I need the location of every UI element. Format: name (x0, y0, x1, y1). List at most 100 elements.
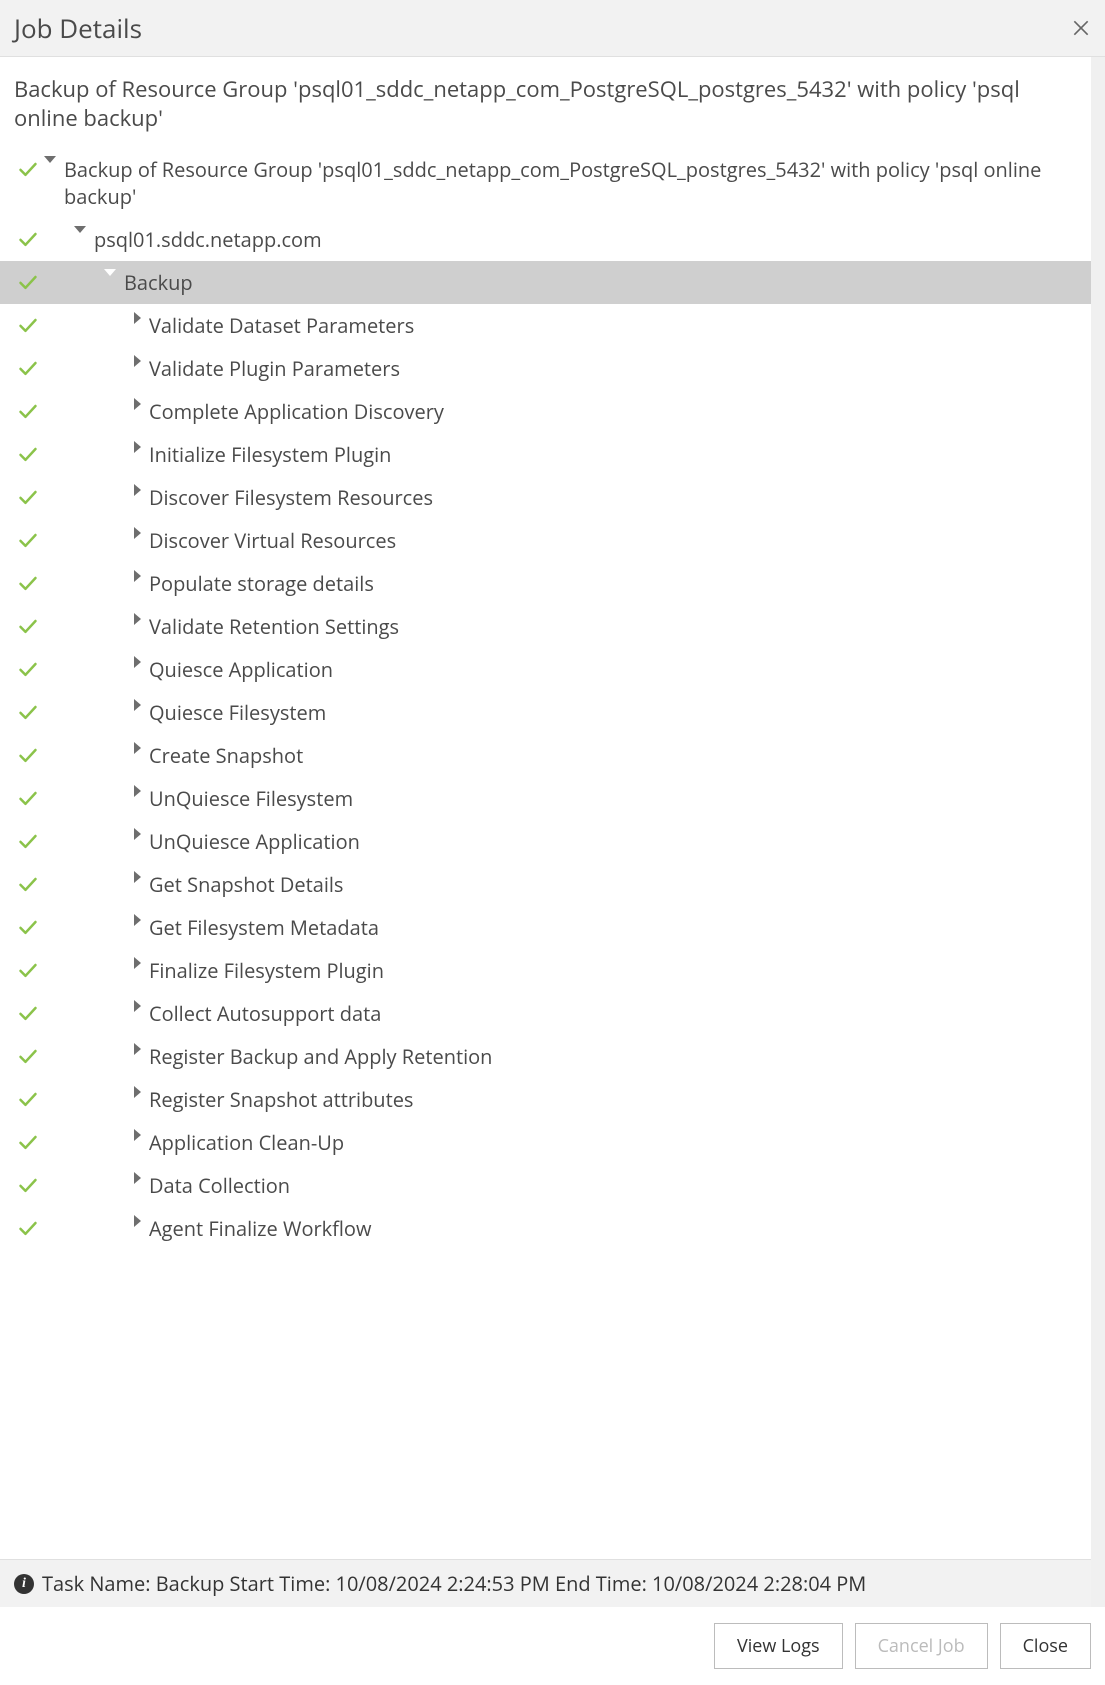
check-icon (18, 1089, 38, 1109)
check-icon (18, 487, 38, 507)
tree-label: Backup of Resource Group 'psql01_sddc_ne… (64, 156, 1077, 210)
job-summary: Backup of Resource Group 'psql01_sddc_ne… (0, 57, 1091, 138)
tree-label: Get Snapshot Details (149, 871, 343, 898)
status-bar: i Task Name: Backup Start Time: 10/08/20… (0, 1559, 1091, 1607)
caret-right-icon (134, 871, 141, 883)
check-icon (18, 788, 38, 808)
tree-row[interactable]: Create Snapshot (0, 734, 1091, 777)
tree-row[interactable]: Get Snapshot Details (0, 863, 1091, 906)
caret-right-icon (134, 785, 141, 797)
caret-right-icon (134, 1086, 141, 1098)
tree-label: Populate storage details (149, 570, 374, 597)
tree-row[interactable]: Validate Retention Settings (0, 605, 1091, 648)
tree-row[interactable]: Collect Autosupport data (0, 992, 1091, 1035)
tree-label: UnQuiesce Filesystem (149, 785, 353, 812)
caret-right-icon (134, 1000, 141, 1012)
caret-right-icon (134, 828, 141, 840)
check-icon (18, 874, 38, 894)
tree-label: UnQuiesce Application (149, 828, 360, 855)
caret-right-icon (134, 656, 141, 668)
tree-label: Finalize Filesystem Plugin (149, 957, 384, 984)
caret-down-icon (104, 269, 116, 276)
tree-row[interactable]: Validate Dataset Parameters (0, 304, 1091, 347)
caret-right-icon (134, 312, 141, 324)
tree-row[interactable]: Populate storage details (0, 562, 1091, 605)
status-bar-text: Task Name: Backup Start Time: 10/08/2024… (42, 1570, 866, 1597)
caret-right-icon (134, 914, 141, 926)
tree-label: Validate Dataset Parameters (149, 312, 414, 339)
caret-down-icon (44, 156, 56, 163)
tree-row[interactable]: Quiesce Filesystem (0, 691, 1091, 734)
check-icon (18, 229, 38, 249)
tree-row[interactable]: Data Collection (0, 1164, 1091, 1207)
tree-label: psql01.sddc.netapp.com (94, 226, 322, 253)
tree-row[interactable]: Backup of Resource Group 'psql01_sddc_ne… (0, 148, 1091, 218)
tree-label: Validate Retention Settings (149, 613, 399, 640)
tree-label: Quiesce Application (149, 656, 333, 683)
view-logs-button[interactable]: View Logs (714, 1623, 843, 1669)
dialog-footer: View Logs Cancel Job Close (0, 1607, 1105, 1685)
dialog-title: Job Details (14, 10, 142, 46)
tree-label: Agent Finalize Workflow (149, 1215, 371, 1242)
tree-label: Application Clean-Up (149, 1129, 344, 1156)
check-icon (18, 616, 38, 636)
tree-label: Register Backup and Apply Retention (149, 1043, 492, 1070)
tree-row[interactable]: Backup (0, 261, 1091, 304)
tree-label: Complete Application Discovery (149, 398, 444, 425)
check-icon (18, 1175, 38, 1195)
tree-row[interactable]: Complete Application Discovery (0, 390, 1091, 433)
check-icon (18, 530, 38, 550)
close-icon[interactable] (1071, 18, 1091, 38)
tree-label: Data Collection (149, 1172, 290, 1199)
caret-right-icon (134, 441, 141, 453)
tree-row[interactable]: Get Filesystem Metadata (0, 906, 1091, 949)
tree-row[interactable]: Quiesce Application (0, 648, 1091, 691)
check-icon (18, 1132, 38, 1152)
tree-label: Create Snapshot (149, 742, 303, 769)
caret-right-icon (134, 742, 141, 754)
tree-row[interactable]: Initialize Filesystem Plugin (0, 433, 1091, 476)
tree-row[interactable]: Application Clean-Up (0, 1121, 1091, 1164)
close-button[interactable]: Close (1000, 1623, 1091, 1669)
tree-label: Backup (124, 269, 193, 296)
caret-right-icon (134, 484, 141, 496)
dialog-header: Job Details (0, 0, 1105, 57)
check-icon (18, 272, 38, 292)
tree-row[interactable]: psql01.sddc.netapp.com (0, 218, 1091, 261)
caret-right-icon (134, 1129, 141, 1141)
tree-row[interactable]: Agent Finalize Workflow (0, 1207, 1091, 1250)
check-icon (18, 745, 38, 765)
check-icon (18, 159, 38, 179)
task-tree[interactable]: Backup of Resource Group 'psql01_sddc_ne… (0, 138, 1091, 1559)
check-icon (18, 444, 38, 464)
caret-right-icon (134, 957, 141, 969)
check-icon (18, 831, 38, 851)
caret-right-icon (134, 699, 141, 711)
check-icon (18, 1046, 38, 1066)
caret-right-icon (134, 570, 141, 582)
cancel-job-button: Cancel Job (855, 1623, 988, 1669)
tree-row[interactable]: Register Backup and Apply Retention (0, 1035, 1091, 1078)
tree-label: Validate Plugin Parameters (149, 355, 400, 382)
dialog-body: Backup of Resource Group 'psql01_sddc_ne… (0, 57, 1105, 1607)
caret-right-icon (134, 1043, 141, 1055)
tree-row[interactable]: Register Snapshot attributes (0, 1078, 1091, 1121)
caret-right-icon (134, 355, 141, 367)
tree-row[interactable]: Discover Virtual Resources (0, 519, 1091, 562)
check-icon (18, 401, 38, 421)
check-icon (18, 960, 38, 980)
check-icon (18, 659, 38, 679)
caret-right-icon (134, 1172, 141, 1184)
tree-row[interactable]: Discover Filesystem Resources (0, 476, 1091, 519)
tree-row[interactable]: UnQuiesce Application (0, 820, 1091, 863)
check-icon (18, 702, 38, 722)
tree-row[interactable]: Validate Plugin Parameters (0, 347, 1091, 390)
caret-right-icon (134, 613, 141, 625)
tree-label: Get Filesystem Metadata (149, 914, 379, 941)
tree-row[interactable]: Finalize Filesystem Plugin (0, 949, 1091, 992)
check-icon (18, 917, 38, 937)
tree-row[interactable]: UnQuiesce Filesystem (0, 777, 1091, 820)
caret-right-icon (134, 398, 141, 410)
caret-right-icon (134, 527, 141, 539)
check-icon (18, 315, 38, 335)
